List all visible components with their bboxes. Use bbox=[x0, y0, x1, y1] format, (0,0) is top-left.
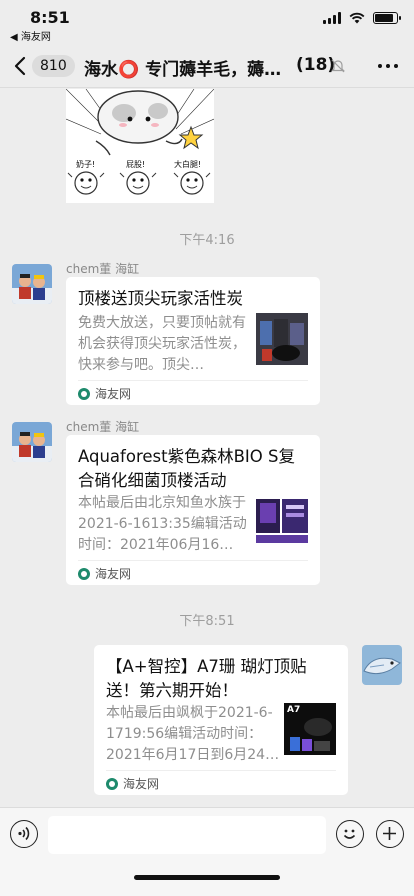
sticker-caption: 大白腿! bbox=[174, 160, 202, 169]
link-card[interactable]: 【A+智控】A7珊 瑚灯顶贴送！第六期开始！ 本帖最后由飒枫于2021-6-17… bbox=[94, 645, 348, 795]
chat-header: 810 海水⭕ 专门薅羊毛，薅… (18) bbox=[0, 44, 414, 88]
back-chevron-icon[interactable] bbox=[10, 54, 30, 78]
battery-icon bbox=[373, 12, 401, 24]
status-bar: 8:51 ◀ 海友网 bbox=[0, 0, 414, 44]
sender-name: chem董 海缸 bbox=[66, 262, 140, 276]
cellular-signal-icon bbox=[323, 12, 341, 24]
card-thumbnail bbox=[256, 313, 308, 365]
status-icons bbox=[323, 12, 401, 24]
hamster-sticker-image bbox=[66, 89, 214, 203]
link-card[interactable]: Aquaforest紫色森林BIO S复合硝化细菌顶楼活动 本帖最后由北京知鱼水… bbox=[66, 435, 320, 585]
message-timestamp: 下午8:51 bbox=[179, 614, 235, 629]
card-thumbnail: A7 bbox=[284, 703, 336, 755]
emoji-button[interactable] bbox=[336, 820, 364, 848]
sticker-caption: 奶子! bbox=[76, 160, 96, 169]
avatar[interactable] bbox=[12, 422, 52, 462]
card-source-label: 海友网 bbox=[123, 777, 160, 791]
card-divider bbox=[78, 380, 308, 381]
input-bar bbox=[0, 807, 414, 896]
more-options-icon[interactable] bbox=[378, 64, 398, 68]
wifi-icon bbox=[349, 12, 365, 24]
unread-count-badge[interactable]: 810 bbox=[32, 55, 75, 77]
card-divider bbox=[106, 770, 336, 771]
sticker-caption: 屁股! bbox=[126, 160, 146, 169]
card-source: 海友网 bbox=[78, 565, 131, 582]
voice-icon bbox=[18, 826, 30, 841]
avatar[interactable] bbox=[12, 264, 52, 304]
mute-bell-icon bbox=[331, 59, 345, 73]
message-timestamp: 下午4:16 bbox=[179, 233, 235, 248]
plus-icon bbox=[383, 827, 396, 840]
my-avatar[interactable] bbox=[362, 645, 402, 685]
card-title: 【A+智控】A7珊 瑚灯顶贴送！第六期开始！ bbox=[106, 657, 307, 700]
emoji-icon bbox=[343, 829, 356, 839]
more-functions-button[interactable] bbox=[376, 820, 404, 848]
card-source-label: 海友网 bbox=[95, 387, 132, 401]
card-source: 海友网 bbox=[78, 385, 131, 402]
card-title: 顶楼送顶尖玩家活性炭 bbox=[78, 289, 243, 308]
status-time: 8:51 bbox=[30, 8, 70, 27]
back-to-app-link[interactable]: ◀ 海友网 bbox=[10, 28, 51, 43]
link-card[interactable]: 顶楼送顶尖玩家活性炭 免费大放送，只要顶帖就有机会获得顶尖玩家活性炭，快来参与吧… bbox=[66, 277, 320, 405]
message-list[interactable]: 奶子! 屁股! 大白腿! 下午4:16 chem董 海缸 顶楼送顶尖玩家活性炭 … bbox=[0, 89, 414, 807]
card-description: 本帖最后由北京知鱼水族于2021-6-1613:35编辑活动时间：2021年06… bbox=[78, 495, 247, 553]
message-input[interactable] bbox=[48, 816, 326, 854]
thumbnail-label: A7 bbox=[287, 705, 301, 715]
sender-name: chem董 海缸 bbox=[66, 420, 140, 434]
haiyouwang-logo-icon bbox=[78, 567, 90, 580]
card-source: 海友网 bbox=[106, 775, 159, 792]
sticker-message[interactable]: 奶子! 屁股! 大白腿! bbox=[66, 89, 214, 203]
card-title: Aquaforest紫色森林BIO S复合硝化细菌顶楼活动 bbox=[78, 447, 295, 490]
home-indicator[interactable] bbox=[134, 875, 280, 880]
chat-title: 海水⭕ 专门薅羊毛，薅… bbox=[84, 60, 282, 80]
card-description: 本帖最后由飒枫于2021-6-1719:56编辑活动时间：2021年6月17日到… bbox=[106, 705, 280, 763]
haiyouwang-logo-icon bbox=[106, 777, 118, 790]
haiyouwang-logo-icon bbox=[78, 387, 90, 400]
card-thumbnail bbox=[256, 493, 308, 545]
card-divider bbox=[78, 560, 308, 561]
card-source-label: 海友网 bbox=[95, 567, 132, 581]
voice-input-button[interactable] bbox=[10, 820, 38, 848]
card-description: 免费大放送，只要顶帖就有机会获得顶尖玩家活性炭，快来参与吧。顶尖… bbox=[78, 315, 246, 373]
